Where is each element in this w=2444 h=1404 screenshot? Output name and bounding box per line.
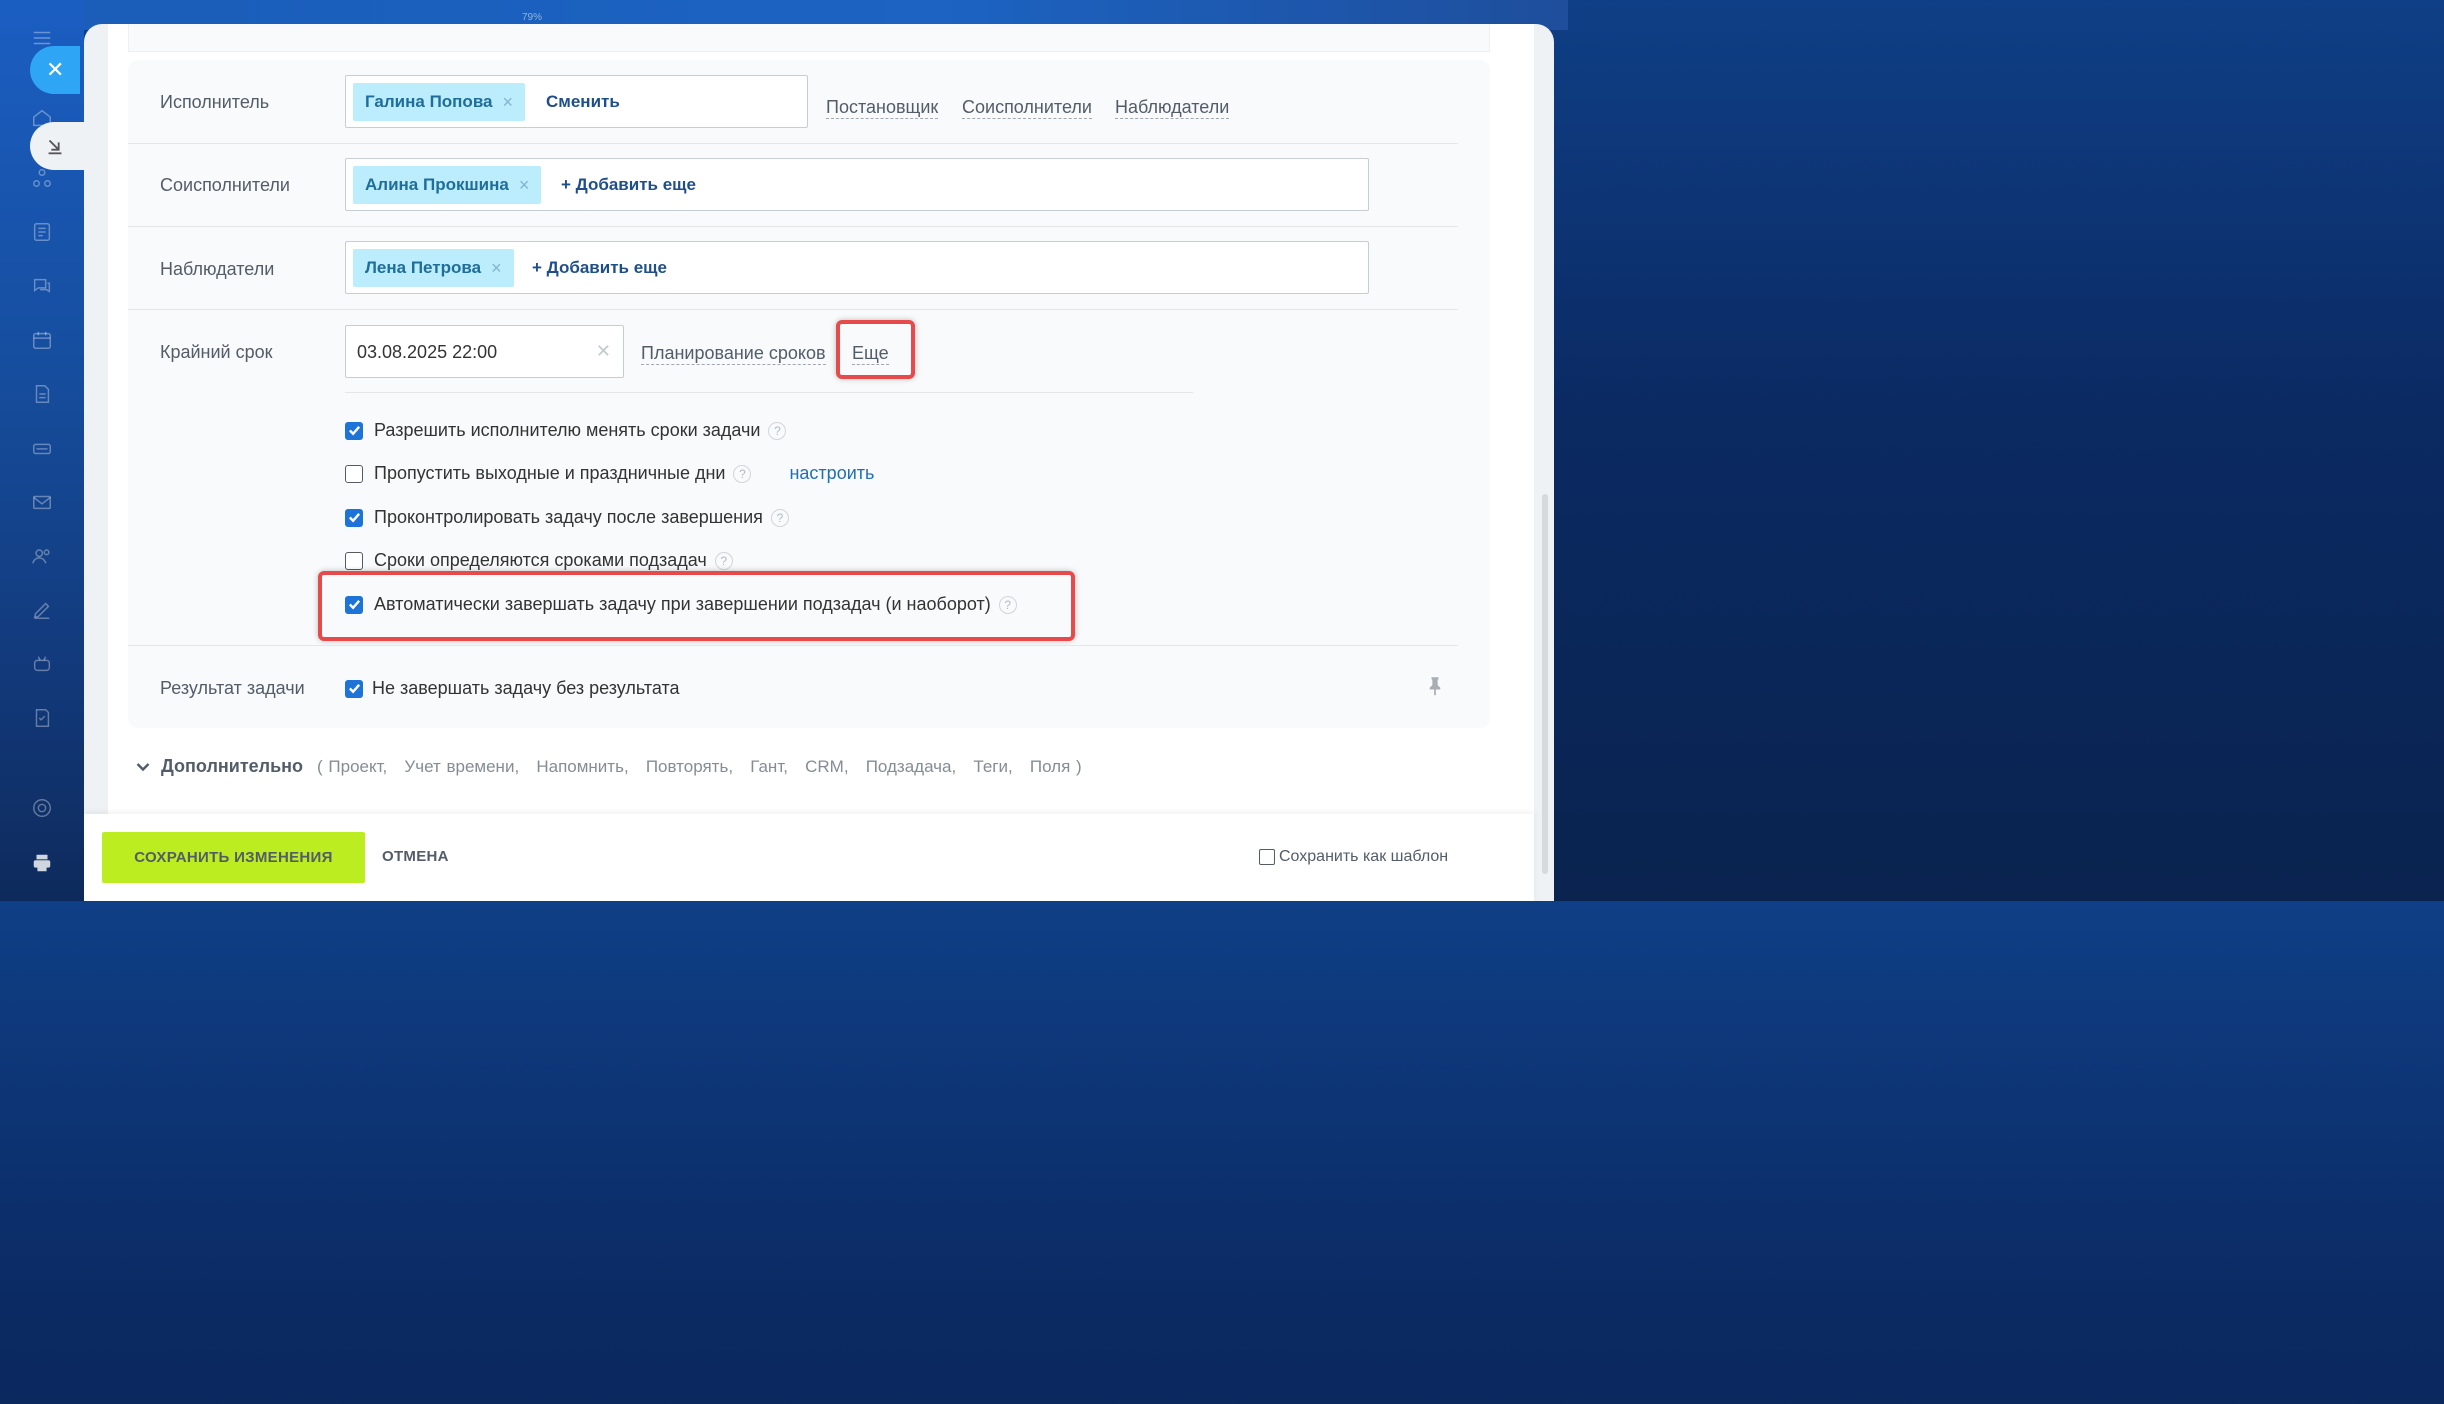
divider bbox=[128, 645, 1458, 646]
highlight-box-more bbox=[836, 320, 915, 379]
remove-icon[interactable]: × bbox=[519, 175, 530, 196]
robot-icon[interactable] bbox=[30, 652, 54, 676]
collapse-slider-button[interactable] bbox=[30, 122, 84, 170]
coexecutor-chip[interactable]: Алина Прокшина × bbox=[353, 166, 542, 204]
divider bbox=[128, 226, 1458, 227]
save-changes-button[interactable]: СОХРАНИТЬ ИЗМЕНЕНИЯ bbox=[102, 832, 365, 883]
observers-link[interactable]: Наблюдатели bbox=[1115, 96, 1230, 119]
assignee-label: Исполнитель bbox=[160, 92, 270, 112]
print-icon[interactable] bbox=[30, 851, 54, 875]
option-allow-change-deadline: Разрешить исполнителю менять сроки задач… bbox=[345, 420, 787, 441]
scrollbar-thumb[interactable] bbox=[1542, 494, 1548, 874]
drive-icon[interactable] bbox=[30, 436, 54, 460]
calendar-icon[interactable] bbox=[30, 328, 54, 352]
additional-label: Дополнительно bbox=[161, 756, 304, 776]
coexecutors-link[interactable]: Соисполнители bbox=[962, 96, 1092, 119]
observers-label: Наблюдатели bbox=[160, 259, 275, 279]
option-control-after-complete: Проконтролировать задачу после завершени… bbox=[345, 507, 789, 528]
result-label: Результат задачи bbox=[160, 678, 305, 698]
deadline-input[interactable]: 03.08.2025 22:00 ✕ bbox=[345, 325, 624, 378]
add-observer-link[interactable]: + Добавить еще bbox=[532, 258, 667, 278]
scrollbar[interactable] bbox=[1540, 494, 1550, 874]
option-skip-weekends: Пропустить выходные и праздничные дни ? … bbox=[345, 463, 874, 484]
observer-chip[interactable]: Лена Петрова × bbox=[353, 249, 514, 287]
remove-icon[interactable]: × bbox=[503, 92, 514, 113]
form-footer: СОХРАНИТЬ ИЗМЕНЕНИЯ ОТМЕНА Сохранить как… bbox=[84, 814, 1534, 901]
creator-link[interactable]: Постановщик bbox=[826, 96, 939, 119]
help-icon[interactable]: ? bbox=[768, 421, 787, 440]
mail-icon[interactable] bbox=[30, 490, 54, 514]
additional-items: ( Проект, Учет времени, Напомнить, Повто… bbox=[317, 756, 1082, 776]
deadline-planning-link[interactable]: Планирование сроков bbox=[641, 342, 826, 365]
task-fields-card: Исполнитель Галина Попова × Сменить Пост… bbox=[128, 60, 1490, 728]
divider bbox=[128, 143, 1458, 144]
chat-icon[interactable] bbox=[30, 274, 54, 298]
task-edit-panel: Исполнитель Галина Попова × Сменить Пост… bbox=[84, 24, 1554, 901]
clear-date-icon[interactable]: ✕ bbox=[596, 341, 611, 362]
add-coexecutor-link[interactable]: + Добавить еще bbox=[561, 175, 696, 195]
chevron-down-icon bbox=[136, 762, 150, 771]
help-icon[interactable]: ? bbox=[733, 464, 752, 483]
close-icon: ✕ bbox=[46, 57, 65, 82]
deadline-label: Крайний срок bbox=[160, 342, 273, 362]
additional-section[interactable]: Дополнительно ( Проект, Учет времени, На… bbox=[136, 756, 1082, 777]
feed-icon[interactable] bbox=[30, 220, 54, 244]
remove-icon[interactable]: × bbox=[491, 258, 502, 279]
minimize-icon bbox=[48, 139, 62, 155]
coexecutors-label: Соисполнители bbox=[160, 175, 290, 195]
assignee-field[interactable]: Галина Попова × Сменить bbox=[345, 75, 808, 128]
tasks-icon[interactable] bbox=[30, 706, 54, 730]
change-assignee-link[interactable]: Сменить bbox=[546, 92, 620, 112]
coexecutors-field[interactable]: Алина Прокшина × + Добавить еще bbox=[345, 158, 1369, 211]
option-require-result: Не завершать задачу без результата bbox=[345, 678, 680, 699]
previous-section bbox=[128, 24, 1490, 52]
option-subtask-deadlines: Сроки определяются сроками подзадач ? bbox=[345, 550, 733, 571]
panel-content: Исполнитель Галина Попова × Сменить Пост… bbox=[108, 24, 1534, 814]
highlight-box-auto-complete bbox=[318, 571, 1075, 641]
checkbox-skip-weekends[interactable] bbox=[345, 464, 363, 483]
checkbox-require-result[interactable] bbox=[345, 679, 363, 698]
observers-field[interactable]: Лена Петрова × + Добавить еще bbox=[345, 241, 1369, 294]
checkbox-subtask-deadlines[interactable] bbox=[345, 551, 363, 570]
contacts-icon[interactable] bbox=[30, 544, 54, 568]
edit-icon[interactable] bbox=[30, 598, 54, 622]
divider bbox=[128, 309, 1458, 310]
checkbox-control-after-complete[interactable] bbox=[345, 508, 363, 527]
save-as-template-checkbox[interactable] bbox=[1259, 849, 1275, 865]
help-icon[interactable]: ? bbox=[714, 551, 733, 570]
save-as-template-option: Сохранить как шаблон bbox=[1259, 848, 1448, 866]
help-icon[interactable]: ? bbox=[770, 508, 789, 527]
zoom-label: 79% bbox=[522, 12, 543, 23]
close-slider-button[interactable]: ✕ bbox=[30, 46, 80, 94]
divider bbox=[345, 392, 1193, 393]
assignee-chip[interactable]: Галина Попова × bbox=[353, 83, 526, 121]
deadline-value: 03.08.2025 22:00 bbox=[357, 342, 498, 362]
documents-icon[interactable] bbox=[30, 382, 54, 406]
cancel-button[interactable]: ОТМЕНА bbox=[382, 848, 449, 865]
checkbox-allow-change-deadline[interactable] bbox=[345, 421, 363, 440]
settings-icon[interactable] bbox=[30, 796, 54, 820]
configure-link[interactable]: настроить bbox=[789, 463, 874, 484]
pin-icon[interactable] bbox=[1428, 676, 1442, 701]
